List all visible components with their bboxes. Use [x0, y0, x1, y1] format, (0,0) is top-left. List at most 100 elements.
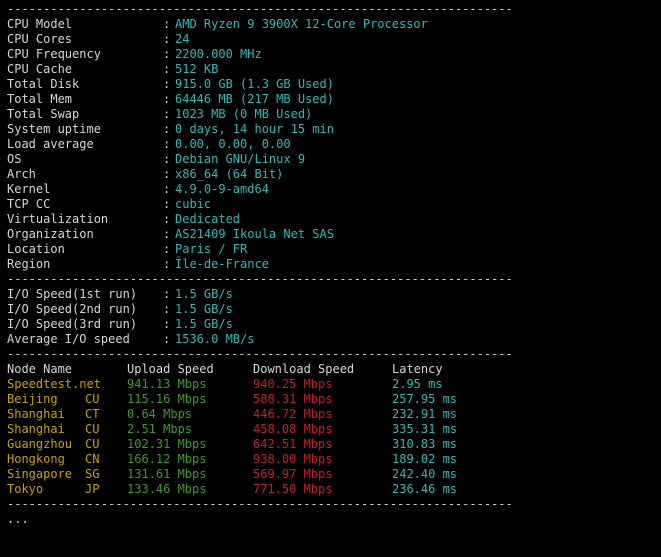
separator-line: ----------------------------------------…: [7, 347, 657, 362]
system-info-row: CPU Frequency:2200.000 MHz: [7, 47, 657, 62]
system-info-label: Virtualization: [7, 212, 109, 226]
system-info-value: Dedicated: [175, 212, 241, 226]
latency: 257.95 ms: [392, 392, 458, 406]
system-info-row: TCP CC: cubic: [7, 197, 657, 212]
separator: ----------------------------------------…: [7, 497, 513, 511]
colon-separator: :: [163, 92, 171, 106]
colon-separator: :: [163, 152, 171, 166]
node-isp: JP: [85, 482, 100, 496]
header-latency: Latency: [392, 362, 443, 376]
upload-speed: 0.64 Mbps: [127, 407, 193, 421]
upload-speed: 133.46 Mbps: [127, 482, 207, 496]
system-info-label: Region: [7, 257, 51, 271]
separator: ----------------------------------------…: [7, 272, 513, 286]
separator-line: ----------------------------------------…: [7, 497, 657, 512]
shell-prompt[interactable]: ...: [7, 512, 29, 527]
colon-separator: :: [163, 212, 171, 226]
system-info-label: Total Swap: [7, 107, 80, 121]
node-name: Hongkong: [7, 452, 65, 466]
speedtest-row: Shanghai CT 0.64 Mbps 446.72 Mbps 232.91 ms: [7, 407, 657, 422]
upload-speed: 166.12 Mbps: [127, 452, 207, 466]
system-info-value: AMD Ryzen 9 3900X 12-Core Processor: [175, 17, 428, 31]
io-speed-value: 1536.0 MB/s: [175, 332, 255, 346]
colon-separator: :: [163, 242, 171, 256]
system-info-row: Kernel:4.9.0-9-amd64: [7, 182, 657, 197]
system-info-row: Location: Paris / FR: [7, 242, 657, 257]
download-speed: 569.97 Mbps: [253, 467, 333, 481]
node-name: Beijing: [7, 392, 58, 406]
speedtest-row: Shanghai CU 2.51 Mbps 458.08 Mbps 335.31 ms: [7, 422, 657, 437]
system-info-row: CPU Cores:24: [7, 32, 657, 47]
node-isp: CU: [85, 392, 100, 406]
speedtest-row: Guangzhou CU 102.31 Mbps 642.51 Mbps 310.83 …: [7, 437, 657, 452]
colon-separator: :: [163, 197, 171, 211]
system-info-label: Arch: [7, 167, 36, 181]
system-info-value: 64446 MB (217 MB Used): [175, 92, 334, 106]
upload-speed: 941.13 Mbps: [127, 377, 207, 391]
system-info-row: Arch: x86_64 (64 Bit): [7, 167, 657, 182]
terminal-output: ----------------------------------------…: [7, 2, 657, 527]
latency: 236.46 ms: [392, 482, 458, 496]
latency: 189.02 ms: [392, 452, 458, 466]
node-name: Shanghai: [7, 407, 65, 421]
colon-separator: :: [163, 287, 171, 301]
node-name: Tokyo: [7, 482, 44, 496]
system-info-label: OS: [7, 152, 22, 166]
system-info-value: 24: [175, 32, 190, 46]
speedtest-header-row: Node Name Upload Speed Download Speed La…: [7, 362, 657, 377]
system-info-value: 1023 MB (0 MB Used): [175, 107, 313, 121]
system-info-value: Île-de-France: [175, 257, 269, 271]
system-info-label: CPU Cores: [7, 32, 73, 46]
colon-separator: :: [163, 257, 171, 271]
system-info-row: Organization: AS21409 Ikoula Net SAS: [7, 227, 657, 242]
colon-separator: :: [163, 332, 171, 346]
colon-separator: :: [163, 77, 171, 91]
speedtest-row: Tokyo JP 133.46 Mbps 771.50 Mbps 236.46 ms: [7, 482, 657, 497]
system-info-value: Paris / FR: [175, 242, 248, 256]
system-info-row: Region: Île-de-France: [7, 257, 657, 272]
download-speed: 938.00 Mbps: [253, 452, 333, 466]
shell-prompt-line[interactable]: ...: [7, 512, 657, 527]
system-info-label: CPU Cache: [7, 62, 73, 76]
colon-separator: :: [163, 317, 171, 331]
system-info-row: CPU Cache:512 KB: [7, 62, 657, 77]
io-speed-value: 1.5 GB/s: [175, 302, 233, 316]
separator: ----------------------------------------…: [7, 347, 513, 361]
system-info-value: x86_64 (64 Bit): [175, 167, 284, 181]
system-info-label: Kernel: [7, 182, 51, 196]
colon-separator: :: [163, 137, 171, 151]
node-name: Speedtest.net: [7, 377, 101, 391]
node-name: Singapore: [7, 467, 73, 481]
io-speed-row: I/O Speed(2nd run):1.5 GB/s: [7, 302, 657, 317]
latency: 310.83 ms: [392, 437, 458, 451]
system-info-row: Virtualization: Dedicated: [7, 212, 657, 227]
system-info-value: 4.9.0-9-amd64: [175, 182, 269, 196]
latency: 232.91 ms: [392, 407, 458, 421]
node-isp: SG: [85, 467, 100, 481]
io-speed-label: I/O Speed(2nd run): [7, 302, 138, 316]
node-name: Guangzhou: [7, 437, 73, 451]
node-isp: CU: [85, 437, 100, 451]
download-speed: 588.31 Mbps: [253, 392, 333, 406]
io-speed-row: I/O Speed(1st run):1.5 GB/s: [7, 287, 657, 302]
system-info-row: Total Swap:1023 MB (0 MB Used): [7, 107, 657, 122]
system-info-label: Organization: [7, 227, 94, 241]
separator: ----------------------------------------…: [7, 2, 513, 16]
system-info-value: 0 days, 14 hour 15 min: [175, 122, 334, 136]
download-speed: 771.50 Mbps: [253, 482, 333, 496]
header-upload-speed: Upload Speed: [127, 362, 214, 376]
system-info-value: 915.0 GB (1.3 GB Used): [175, 77, 334, 91]
colon-separator: :: [163, 167, 171, 181]
colon-separator: :: [163, 302, 171, 316]
system-info-value: AS21409 Ikoula Net SAS: [175, 227, 334, 241]
system-info-label: Location: [7, 242, 65, 256]
download-speed: 940.25 Mbps: [253, 377, 333, 391]
io-speed-row: Average I/O speed:1536.0 MB/s: [7, 332, 657, 347]
io-speed-section: I/O Speed(1st run):1.5 GB/s I/O Speed(2nd…: [7, 287, 657, 347]
download-speed: 446.72 Mbps: [253, 407, 333, 421]
colon-separator: :: [163, 47, 171, 61]
header-download-speed: Download Speed: [253, 362, 355, 376]
node-isp: CN: [85, 452, 100, 466]
upload-speed: 102.31 Mbps: [127, 437, 207, 451]
system-info-label: System uptime: [7, 122, 101, 136]
